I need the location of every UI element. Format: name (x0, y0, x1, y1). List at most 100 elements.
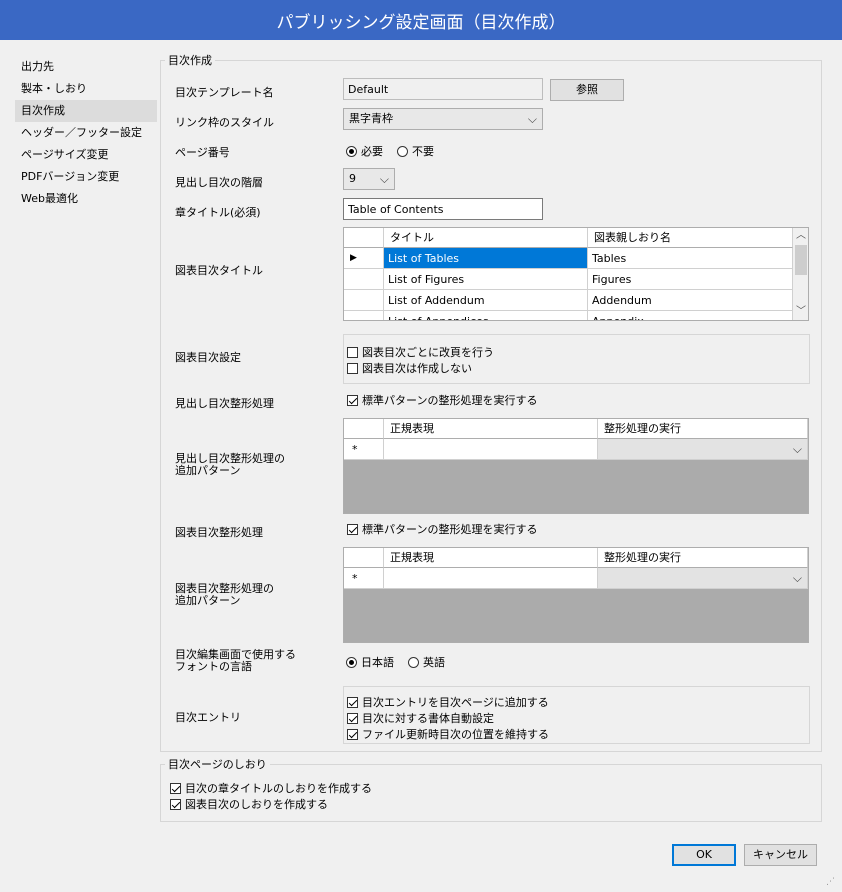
radio-icon[interactable] (408, 656, 419, 668)
sidebar-item-page-size[interactable]: ページサイズ変更 (15, 144, 157, 166)
row-header[interactable] (344, 269, 384, 290)
font-language-radio-group: 日本語 英語 (346, 654, 445, 670)
heading-level-select[interactable]: 9 ⌵ (343, 168, 395, 190)
chevron-down-icon: ⌵ (792, 442, 802, 456)
checkbox-icon[interactable] (347, 728, 358, 740)
grid-scrollbar[interactable]: ︿ ﹀ (793, 228, 808, 320)
format-action-select[interactable]: ⌵ (598, 568, 808, 589)
page-number-none-label: 不要 (412, 145, 434, 158)
regex-input-cell[interactable] (384, 568, 598, 589)
table-cell[interactable]: List of Appendices (384, 311, 588, 320)
chapter-title-field[interactable] (343, 198, 543, 220)
no-figure-toc-option-label: 図表目次は作成しない (362, 362, 472, 375)
checkbox-icon[interactable] (170, 782, 181, 794)
heading-patterns-label: 見出し目次整形処理の 追加パターン (175, 453, 285, 477)
checkbox-icon[interactable] (347, 362, 358, 374)
row-header[interactable] (344, 311, 384, 320)
checkbox-icon[interactable] (347, 346, 358, 358)
new-row-marker: * (344, 568, 384, 589)
bookmark-group-legend: 目次ページのしおり (168, 758, 267, 771)
scroll-thumb[interactable] (795, 245, 807, 275)
figure-toc-title-grid[interactable]: タイトル 図表親しおり名 ▶ List of Tables Tables Lis… (343, 227, 809, 321)
checkbox-icon[interactable] (347, 523, 358, 535)
keep-position-option[interactable]: ファイル更新時目次の位置を維持する (347, 726, 549, 742)
chevron-down-icon: ⌵ (379, 172, 389, 186)
page-number-required-option[interactable]: 必要 (346, 143, 383, 159)
auto-font-option[interactable]: 目次に対する書体自動設定 (347, 710, 494, 726)
figure-standard-format-option[interactable]: 標準パターンの整形処理を実行する (347, 521, 537, 537)
sidebar-item-binding[interactable]: 製本・しおり (15, 78, 157, 100)
add-toc-entry-option[interactable]: 目次エントリを目次ページに追加する (347, 694, 549, 710)
chevron-down-icon: ⌵ (792, 571, 802, 585)
figure-standard-format-label: 標準パターンの整形処理を実行する (362, 523, 538, 536)
toc-group-legend: 目次作成 (168, 54, 212, 67)
figure-bookmark-option[interactable]: 図表目次のしおりを作成する (170, 796, 328, 812)
row-header[interactable] (344, 290, 384, 311)
table-cell[interactable]: Figures (588, 269, 793, 290)
add-toc-entry-label: 目次エントリを目次ページに追加する (362, 696, 549, 709)
heading-patterns-label-line2: 追加パターン (175, 464, 241, 477)
language-japanese-label: 日本語 (361, 656, 394, 669)
chapter-bookmark-option[interactable]: 目次の章タイトルのしおりを作成する (170, 780, 372, 796)
heading-level-label: 見出し目次の階層 (175, 176, 263, 189)
link-frame-select[interactable]: 黒字青枠 ⌵ (343, 108, 543, 130)
chevron-down-icon: ⌵ (527, 112, 537, 126)
language-english-option[interactable]: 英語 (408, 654, 445, 670)
heading-standard-format-option[interactable]: 標準パターンの整形処理を実行する (347, 392, 537, 408)
grid-corner-header (344, 548, 384, 568)
heading-level-value: 9 (349, 172, 356, 185)
column-header-format-action[interactable]: 整形処理の実行 (598, 548, 808, 568)
ok-button[interactable]: OK (672, 844, 736, 866)
chapter-title-label: 章タイトル(必須) (175, 206, 261, 219)
link-frame-value: 黒字青枠 (349, 112, 393, 125)
table-cell[interactable]: Appendix (588, 311, 793, 320)
link-frame-label: リンク枠のスタイル (175, 116, 274, 129)
sidebar-item-toc[interactable]: 目次作成 (15, 100, 157, 122)
new-row-marker: * (344, 439, 384, 460)
page-number-none-option[interactable]: 不要 (397, 143, 434, 159)
browse-button[interactable]: 参照 (550, 79, 624, 101)
column-header-regex[interactable]: 正規表現 (384, 548, 598, 568)
column-header-format-action[interactable]: 整形処理の実行 (598, 419, 808, 439)
scroll-up-icon[interactable]: ︿ (793, 228, 808, 244)
page-number-radio-group: 必要 不要 (346, 143, 434, 159)
checkbox-icon[interactable] (347, 394, 358, 406)
column-header-regex[interactable]: 正規表現 (384, 419, 598, 439)
sidebar-item-pdf-version[interactable]: PDFバージョン変更 (15, 166, 157, 188)
sidebar-item-output[interactable]: 出力先 (15, 56, 157, 78)
sidebar-item-web-optimize[interactable]: Web最適化 (15, 188, 157, 210)
grid-corner-header (344, 228, 384, 248)
font-language-label-line2: フォントの言語 (175, 660, 252, 673)
column-header-title[interactable]: タイトル (384, 228, 588, 248)
checkbox-icon[interactable] (170, 798, 181, 810)
page-break-option[interactable]: 図表目次ごとに改頁を行う (347, 344, 494, 360)
checkbox-icon[interactable] (347, 696, 358, 708)
radio-icon[interactable] (346, 656, 357, 668)
table-cell[interactable]: Tables (588, 248, 793, 269)
checkbox-icon[interactable] (347, 712, 358, 724)
radio-icon[interactable] (397, 145, 408, 157)
cancel-button[interactable]: キャンセル (744, 844, 817, 866)
scroll-down-icon[interactable]: ﹀ (793, 304, 808, 320)
language-japanese-option[interactable]: 日本語 (346, 654, 394, 670)
no-figure-toc-option[interactable]: 図表目次は作成しない (347, 360, 472, 376)
table-cell[interactable]: List of Tables (384, 248, 588, 269)
radio-icon[interactable] (346, 145, 357, 157)
sidebar-nav: 出力先 製本・しおり 目次作成 ヘッダー／フッター設定 ページサイズ変更 PDF… (15, 56, 157, 210)
table-cell[interactable]: Addendum (588, 290, 793, 311)
resize-grip-icon[interactable]: ⋰ (826, 876, 838, 888)
table-cell[interactable]: List of Figures (384, 269, 588, 290)
figure-format-label: 図表目次整形処理 (175, 526, 263, 539)
heading-patterns-grid[interactable]: 正規表現 整形処理の実行 * ⌵ (343, 418, 809, 514)
keep-position-label: ファイル更新時目次の位置を維持する (362, 728, 549, 741)
heading-standard-format-label: 標準パターンの整形処理を実行する (362, 394, 538, 407)
column-header-bookmark[interactable]: 図表親しおり名 (588, 228, 793, 248)
table-cell[interactable]: List of Addendum (384, 290, 588, 311)
figure-patterns-grid[interactable]: 正規表現 整形処理の実行 * ⌵ (343, 547, 809, 643)
sidebar-item-header-footer[interactable]: ヘッダー／フッター設定 (15, 122, 157, 144)
heading-format-label: 見出し目次整形処理 (175, 397, 274, 410)
regex-input-cell[interactable] (384, 439, 598, 460)
template-name-field[interactable] (343, 78, 543, 100)
figure-toc-settings-label: 図表目次設定 (175, 351, 241, 364)
format-action-select[interactable]: ⌵ (598, 439, 808, 460)
